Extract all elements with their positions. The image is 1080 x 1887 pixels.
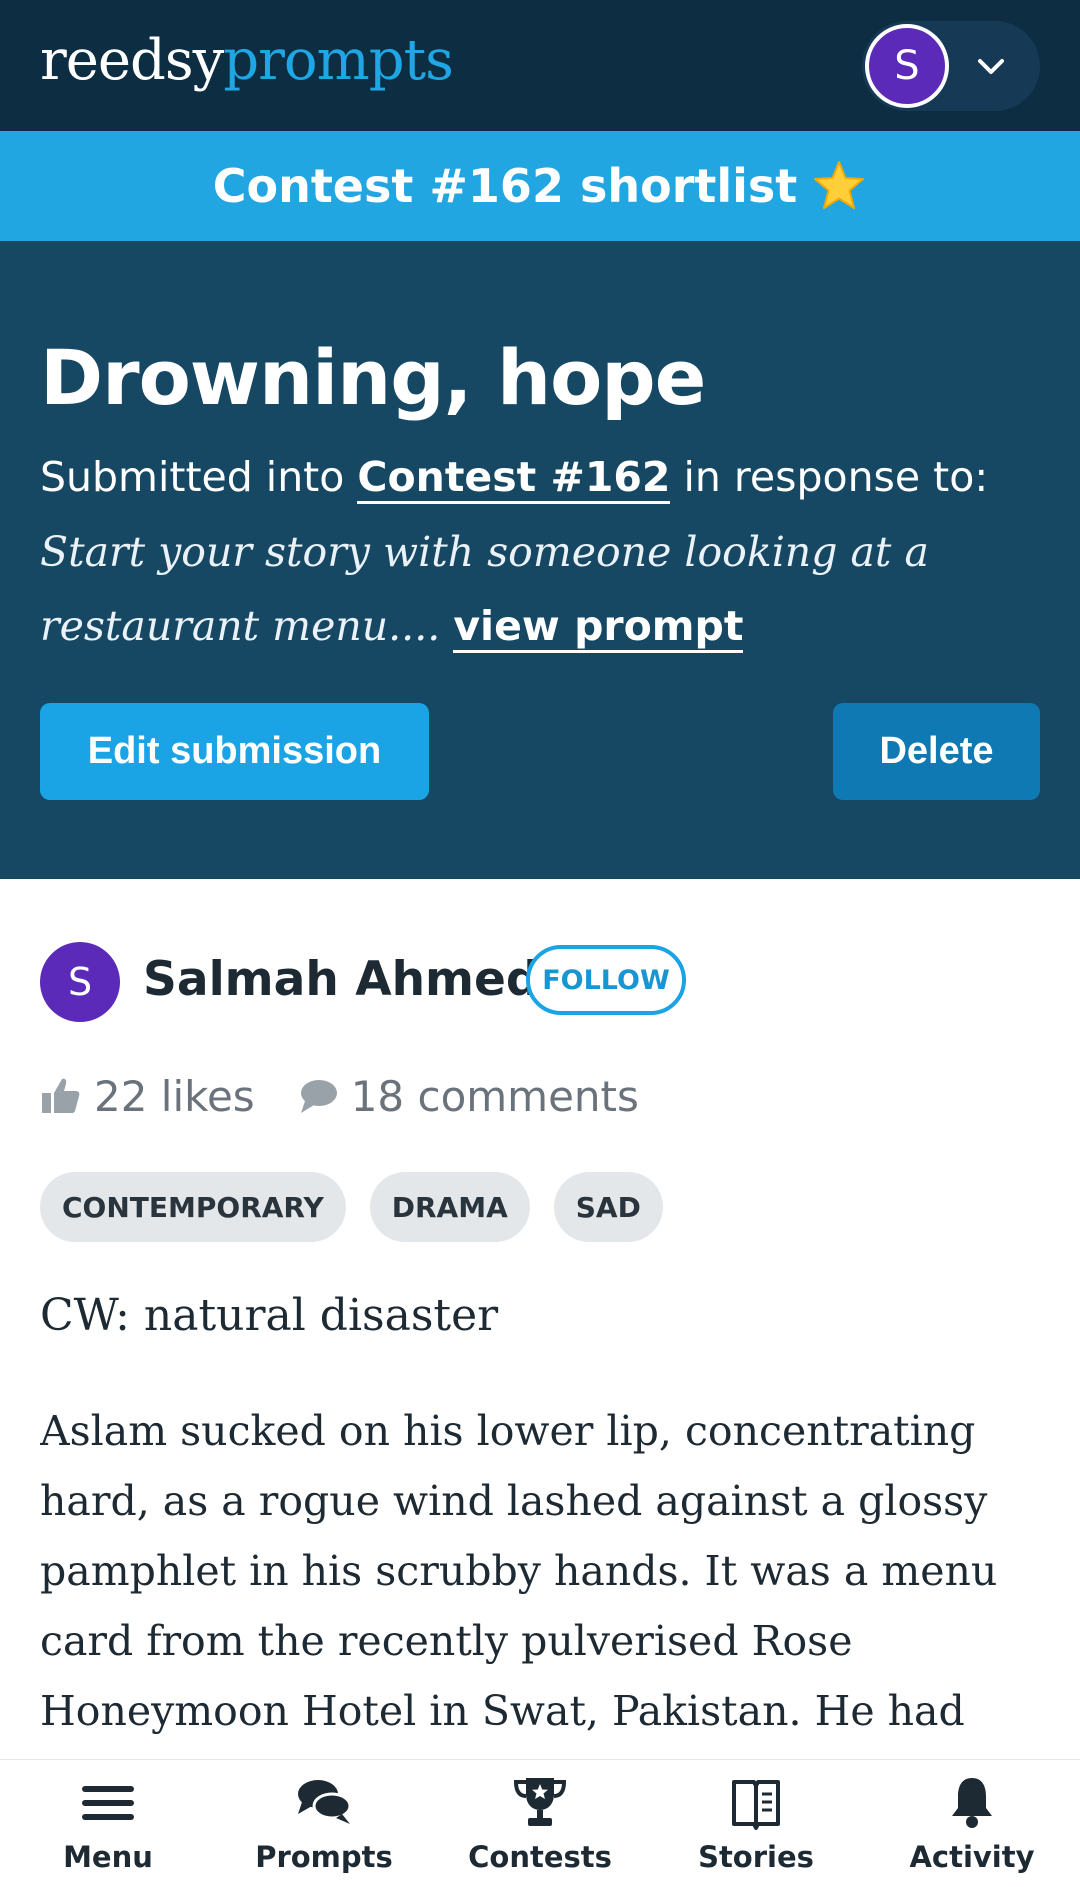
submitted-suffix: in response to: bbox=[683, 453, 989, 501]
reedsy-prompts-logo[interactable]: reedsyprompts bbox=[40, 28, 454, 93]
trophy-icon bbox=[513, 1778, 567, 1826]
bell-icon bbox=[952, 1778, 992, 1828]
tag-chip[interactable]: SAD bbox=[553, 1172, 663, 1242]
story-header: Drowning, hope Submitted into Contest #1… bbox=[0, 241, 1080, 879]
submitted-prefix: Submitted into bbox=[40, 453, 345, 501]
contest-shortlist-text: Contest #162 shortlist bbox=[212, 159, 798, 213]
menu-icon bbox=[82, 1786, 134, 1820]
top-bar: reedsyprompts S bbox=[0, 0, 1080, 131]
contest-link[interactable]: Contest #162 bbox=[357, 453, 671, 504]
user-avatar[interactable]: S bbox=[865, 24, 949, 108]
follow-button[interactable]: FOLLOW bbox=[526, 945, 686, 1015]
user-menu-button[interactable]: S bbox=[862, 21, 1040, 111]
logo-text-reedsy: reedsy bbox=[40, 28, 224, 93]
book-icon bbox=[732, 1780, 780, 1830]
nav-menu[interactable]: Menu bbox=[0, 1760, 216, 1887]
nav-prompts[interactable]: Prompts bbox=[216, 1760, 432, 1887]
story-body: Aslam sucked on his lower lip, concentra… bbox=[40, 1407, 998, 1735]
nav-stories-label: Stories bbox=[698, 1840, 814, 1874]
nav-stories[interactable]: Stories bbox=[648, 1760, 864, 1887]
tag-list: CONTEMPORARY DRAMA SAD bbox=[40, 1172, 687, 1242]
chevron-down-icon[interactable] bbox=[974, 49, 1008, 83]
delete-button[interactable]: Delete bbox=[833, 703, 1040, 800]
thumbs-up-icon[interactable] bbox=[40, 1075, 82, 1117]
logo-text-prompts: prompts bbox=[223, 28, 454, 93]
author-avatar[interactable]: S bbox=[40, 942, 120, 1022]
likes-count: 22 likes bbox=[94, 1071, 255, 1121]
nav-contests-label: Contests bbox=[468, 1840, 612, 1874]
nav-activity[interactable]: Activity bbox=[864, 1760, 1080, 1887]
nav-contests[interactable]: Contests bbox=[432, 1760, 648, 1887]
edit-submission-button[interactable]: Edit submission bbox=[40, 703, 429, 800]
star-icon bbox=[814, 161, 865, 209]
nav-activity-label: Activity bbox=[909, 1840, 1035, 1874]
comment-icon[interactable] bbox=[297, 1075, 339, 1117]
contest-shortlist-banner[interactable]: Contest #162 shortlist bbox=[0, 131, 1080, 241]
bottom-navigation: Menu Prompts Contests Stories Activity bbox=[0, 1759, 1080, 1887]
tag-chip[interactable]: CONTEMPORARY bbox=[40, 1172, 346, 1242]
nav-menu-label: Menu bbox=[63, 1840, 153, 1874]
comments-count[interactable]: 18 comments bbox=[351, 1072, 639, 1121]
view-prompt-link[interactable]: view prompt bbox=[453, 602, 744, 653]
content-warning: CW: natural disaster bbox=[40, 1290, 499, 1341]
nav-prompts-label: Prompts bbox=[255, 1840, 393, 1874]
chat-bubbles-icon bbox=[298, 1780, 352, 1824]
author-name[interactable]: Salmah Ahmed bbox=[143, 952, 540, 1007]
story-title: Drowning, hope bbox=[40, 333, 706, 422]
prompt-text-block: Start your story with someone looking at… bbox=[40, 515, 1040, 663]
tag-chip[interactable]: DRAMA bbox=[369, 1172, 530, 1242]
story-stats: 22 likes 18 comments bbox=[40, 1068, 639, 1124]
submission-info: Submitted into Contest #162 in response … bbox=[40, 453, 989, 504]
